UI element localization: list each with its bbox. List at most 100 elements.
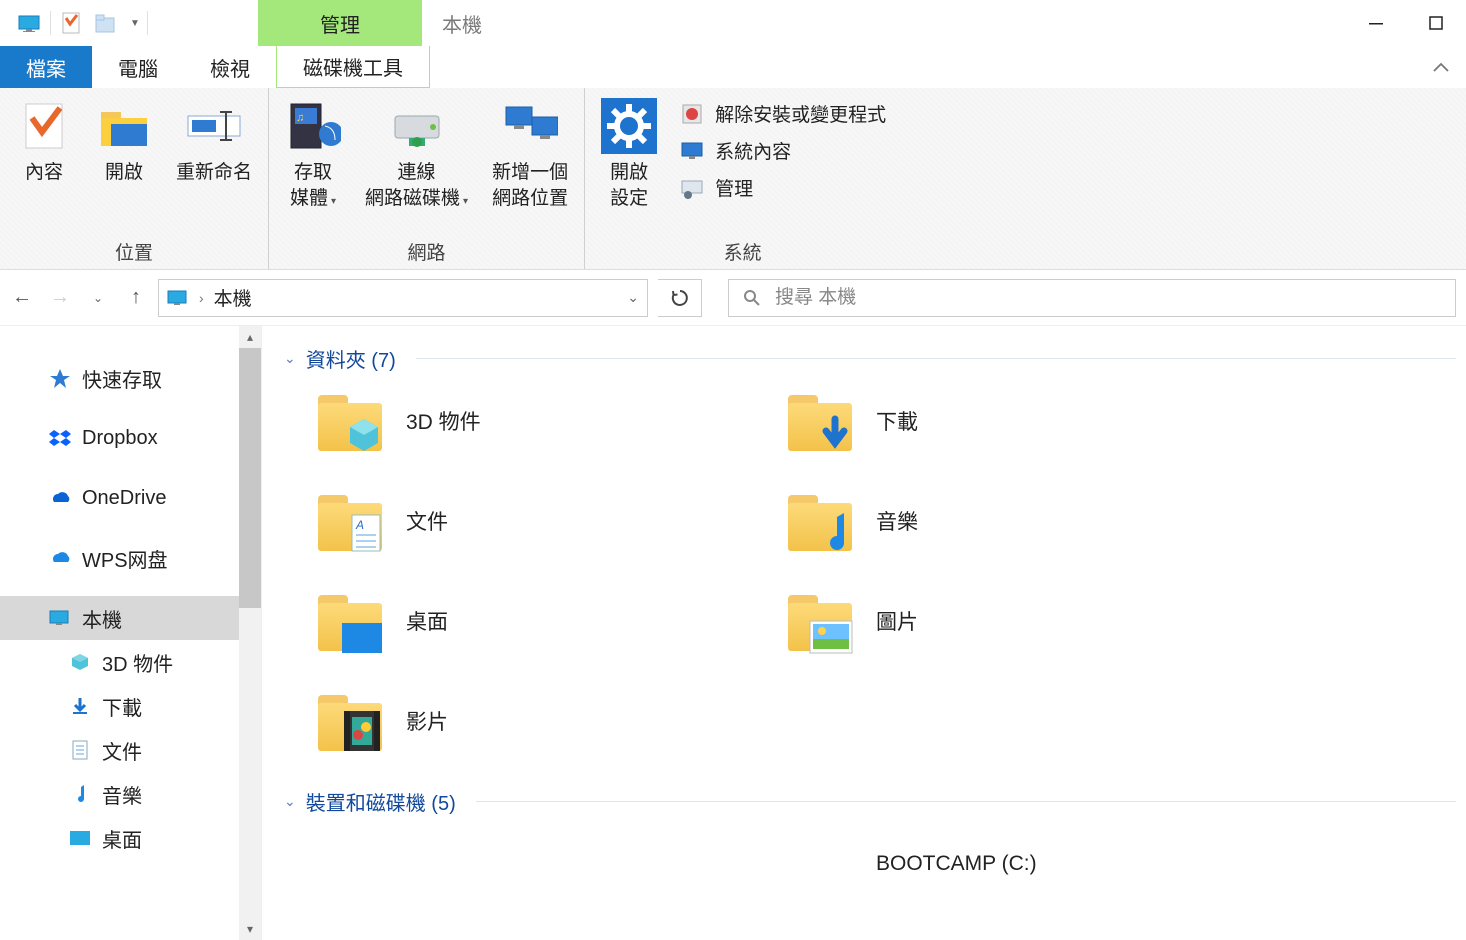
uninstall-label: 解除安裝或變更程式 [715, 100, 886, 127]
minimize-button[interactable] [1346, 0, 1406, 46]
properties-icon [16, 98, 72, 154]
folder-desktop[interactable]: 桌面 [314, 585, 784, 657]
body: 快速存取 Dropbox OneDrive WPS网盘 本機 3D 物件 下載 [0, 326, 1466, 940]
divider [476, 801, 1456, 802]
document-icon [68, 738, 92, 762]
back-button[interactable]: ← [10, 286, 34, 309]
open-settings-button[interactable]: 開啟 設定 [593, 94, 665, 215]
up-button[interactable]: ↑ [124, 286, 148, 309]
history-dropdown[interactable]: ⌄ [86, 291, 110, 305]
separator [147, 11, 148, 35]
address-dropdown[interactable]: ⌄ [627, 289, 639, 306]
open-button[interactable]: 開啟 [88, 94, 160, 190]
tree-music[interactable]: 音樂 [0, 772, 261, 816]
tree-dropbox[interactable]: Dropbox [0, 416, 261, 460]
add-network-location-button[interactable]: 新增一個 網路位置 [484, 94, 576, 215]
monitor-icon [679, 138, 705, 164]
search-box[interactable] [728, 279, 1456, 317]
maximize-button[interactable] [1406, 0, 1466, 46]
window-controls [1346, 0, 1466, 46]
access-media-button[interactable]: ♫ 存取 媒體▾ [277, 94, 349, 215]
navigation-bar: ← → ⌄ ↑ › 本機 ⌄ [0, 270, 1466, 326]
folder-label: 圖片 [876, 606, 918, 636]
access-media-label: 存取 媒體▾ [290, 160, 336, 211]
folder-desktop-icon [314, 585, 386, 657]
ribbon-tabs: 檔案 電腦 檢視 磁碟機工具 [0, 46, 1466, 88]
breadcrumb-chevron-icon[interactable]: › [199, 290, 204, 306]
star-icon [48, 366, 72, 390]
folder-pictures[interactable]: 圖片 [784, 585, 1254, 657]
desktop-icon [68, 826, 92, 850]
window-title: 本機 [422, 0, 482, 46]
chevron-down-icon: ▾ [331, 196, 336, 207]
network-drive-icon [389, 98, 445, 154]
section-folders-header[interactable]: ⌄ 資料夾 (7) [284, 344, 1456, 373]
manage-button[interactable]: 管理 [679, 174, 886, 201]
chevron-down-icon: ▾ [463, 196, 468, 207]
search-input[interactable] [775, 287, 1441, 309]
address-bar[interactable]: › 本機 ⌄ [158, 279, 648, 317]
context-tab-manage[interactable]: 管理 [258, 0, 422, 46]
network-location-icon [502, 98, 558, 154]
system-properties-button[interactable]: 系統內容 [679, 137, 886, 164]
folder-documents-icon: A [314, 485, 386, 557]
tree-this-pc[interactable]: 本機 [0, 596, 261, 640]
folder-3d-objects[interactable]: 3D 物件 [314, 385, 784, 457]
tree-label: 本機 [82, 604, 122, 633]
forward-button[interactable]: → [48, 286, 72, 309]
tree-label: 桌面 [102, 824, 142, 853]
folder-downloads[interactable]: 下載 [784, 385, 1254, 457]
chevron-down-icon: ⌄ [284, 350, 296, 367]
folder-music-icon [784, 485, 856, 557]
tree-label: 下載 [102, 692, 142, 721]
folder-label: 3D 物件 [406, 406, 481, 436]
rename-label: 重新命名 [176, 160, 252, 186]
rename-icon [186, 98, 242, 154]
ribbon-group-location: 內容 開啟 重新命名 位置 [0, 88, 269, 269]
tree-label: 文件 [102, 736, 142, 765]
separator [50, 11, 51, 35]
chevron-down-icon: ⌄ [284, 793, 296, 810]
scroll-up-button[interactable]: ▴ [239, 326, 261, 348]
scroll-down-button[interactable]: ▾ [239, 918, 261, 940]
tree-label: Dropbox [82, 427, 158, 450]
tab-view[interactable]: 檢視 [184, 46, 276, 88]
uninstall-programs-button[interactable]: 解除安裝或變更程式 [679, 100, 886, 127]
section-devices-header[interactable]: ⌄ 裝置和磁碟機 (5) [284, 787, 1456, 816]
ribbon-group-network: ♫ 存取 媒體▾ 連線 網路磁碟機▾ 新增一個 網路位置 網路 [269, 88, 585, 269]
scroll-thumb[interactable] [239, 348, 261, 608]
breadcrumb-item[interactable]: 本機 [214, 284, 252, 311]
qat-customize-dropdown[interactable]: ▼ [125, 18, 145, 29]
title-bar: ▼ 管理 本機 [0, 0, 1466, 46]
tab-computer[interactable]: 電腦 [92, 46, 184, 88]
folder-label: 文件 [406, 506, 448, 536]
tab-file[interactable]: 檔案 [0, 46, 92, 88]
map-drive-button[interactable]: 連線 網路磁碟機▾ [357, 94, 476, 215]
qat-newfolder-icon[interactable] [89, 0, 125, 46]
tree-scrollbar[interactable]: ▴ ▾ [239, 326, 261, 940]
drive-bootcamp[interactable]: BOOTCAMP (C:) [784, 828, 1254, 900]
rename-button[interactable]: 重新命名 [168, 94, 260, 190]
quick-access-toolbar: ▼ [0, 0, 150, 46]
tab-drive-tools[interactable]: 磁碟機工具 [276, 46, 430, 88]
folder-documents[interactable]: A 文件 [314, 485, 784, 557]
tree-3d-objects[interactable]: 3D 物件 [0, 640, 261, 684]
tree-downloads[interactable]: 下載 [0, 684, 261, 728]
tree-wps[interactable]: WPS网盘 [0, 536, 261, 580]
tree-desktop[interactable]: 桌面 [0, 816, 261, 860]
tree-quick-access[interactable]: 快速存取 [0, 356, 261, 400]
folder-label: 影片 [406, 706, 448, 736]
folder-music[interactable]: 音樂 [784, 485, 1254, 557]
open-folder-icon [96, 98, 152, 154]
tree-documents[interactable]: 文件 [0, 728, 261, 772]
refresh-button[interactable] [658, 279, 702, 317]
system-menu-icon[interactable] [12, 0, 48, 46]
properties-button[interactable]: 內容 [8, 94, 80, 190]
folder-videos[interactable]: 影片 [314, 685, 784, 757]
collapse-ribbon-button[interactable] [1432, 46, 1466, 88]
group-label-location: 位置 [8, 234, 260, 265]
cloud-icon [48, 486, 72, 510]
qat-properties-icon[interactable] [53, 0, 89, 46]
tree-label: 音樂 [102, 780, 142, 809]
tree-onedrive[interactable]: OneDrive [0, 476, 261, 520]
